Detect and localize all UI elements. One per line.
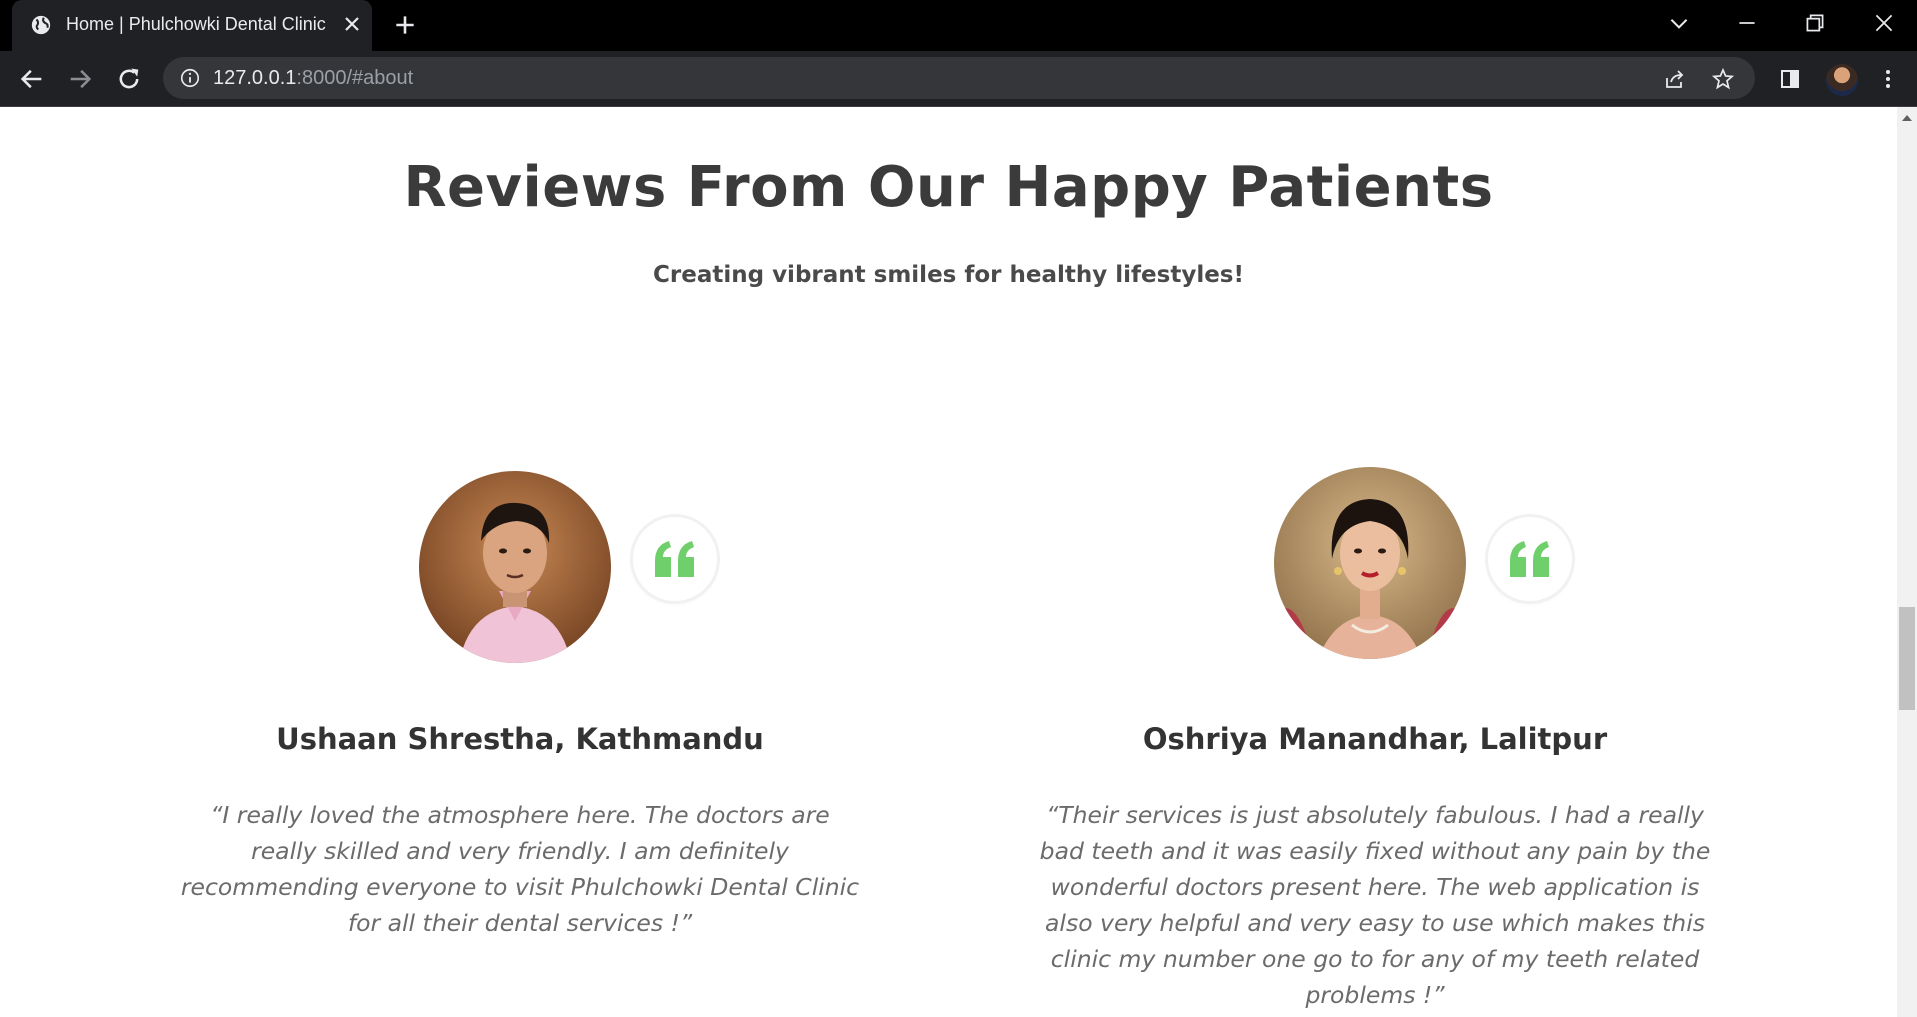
- browser-tab-active[interactable]: Home | Phulchowki Dental Clinic: [12, 0, 372, 51]
- quote-icon: [655, 541, 694, 577]
- globe-icon: [31, 15, 51, 35]
- page-scrollbar[interactable]: [1897, 107, 1917, 1017]
- forward-icon[interactable]: [66, 65, 94, 93]
- review-text: “I really loved the atmosphere here. The…: [180, 801, 860, 937]
- section-title: Reviews From Our Happy Patients: [403, 155, 1494, 220]
- share-icon[interactable]: [1663, 67, 1687, 91]
- review-card: Oshriya Manandhar, Lalitpur “Their servi…: [1030, 467, 1720, 1017]
- restore-icon[interactable]: [1802, 10, 1828, 36]
- back-icon[interactable]: [18, 65, 46, 93]
- close-tab-icon[interactable]: [340, 12, 364, 36]
- minimize-icon[interactable]: [1734, 10, 1760, 36]
- new-tab-icon[interactable]: [392, 12, 418, 38]
- quote-icon: [1510, 541, 1549, 577]
- reload-icon[interactable]: [115, 65, 143, 93]
- url-text[interactable]: 127.0.0.1:8000/#about: [213, 67, 413, 90]
- reviewer-name: Ushaan Shrestha, Kathmandu: [276, 722, 764, 756]
- browser-tab-strip: Home | Phulchowki Dental Clinic: [0, 0, 1917, 51]
- side-panel-icon[interactable]: [1778, 67, 1802, 91]
- male-patient-photo: [419, 471, 611, 663]
- section-subtitle: Creating vibrant smiles for healthy life…: [653, 262, 1244, 288]
- scroll-up-arrow-icon[interactable]: [1902, 115, 1912, 121]
- tab-search-icon[interactable]: [1666, 10, 1692, 36]
- scroll-thumb[interactable]: [1899, 607, 1915, 710]
- page-viewport: Reviews From Our Happy Patients Creating…: [0, 107, 1897, 1017]
- review-card: Ushaan Shrestha, Kathmandu “I really lov…: [175, 467, 865, 1017]
- tab-title: Home | Phulchowki Dental Clinic: [66, 14, 326, 34]
- quote-badge: [633, 517, 717, 601]
- menu-dots-icon[interactable]: [1876, 67, 1900, 91]
- address-bar[interactable]: 127.0.0.1:8000/#about: [163, 57, 1755, 99]
- browser-toolbar: 127.0.0.1:8000/#about: [0, 51, 1917, 107]
- review-text: “Their services is just absolutely fabul…: [1039, 801, 1711, 1009]
- reviewer-name: Oshriya Manandhar, Lalitpur: [1142, 722, 1608, 756]
- url-host: 127.0.0.1: [213, 67, 297, 89]
- quote-badge: [1488, 517, 1572, 601]
- female-patient-photo: [1274, 467, 1466, 659]
- site-info-icon[interactable]: [179, 67, 201, 89]
- bookmark-star-icon[interactable]: [1711, 67, 1735, 91]
- profile-avatar[interactable]: [1826, 64, 1858, 96]
- url-path: :8000/#about: [296, 67, 414, 89]
- close-window-icon[interactable]: [1871, 10, 1897, 36]
